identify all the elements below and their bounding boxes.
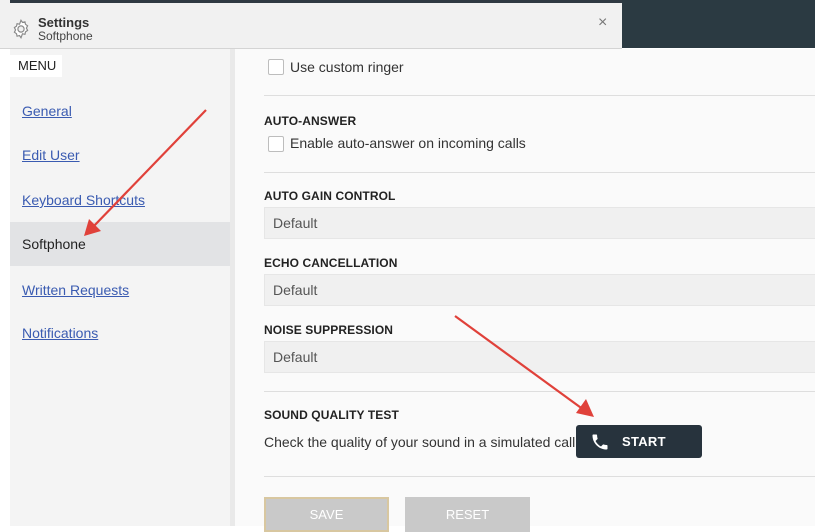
echo-cancellation-title: ECHO CANCELLATION	[264, 256, 398, 270]
settings-sidebar: MENU General Edit User Keyboard Shortcut…	[10, 49, 230, 526]
dialog-title: Settings	[38, 15, 90, 30]
start-button-label: START	[622, 434, 666, 449]
divider	[264, 476, 815, 477]
sound-quality-test-description: Check the quality of your sound in a sim…	[264, 434, 576, 450]
sidebar-item-general[interactable]: General	[10, 89, 230, 133]
divider	[264, 172, 815, 173]
noise-suppression-title: NOISE SUPPRESSION	[264, 323, 394, 337]
gear-icon	[13, 19, 29, 39]
dialog-subtitle: Softphone	[38, 29, 93, 43]
start-test-button[interactable]: START	[576, 425, 702, 458]
noise-suppression-select[interactable]: Default	[264, 341, 815, 373]
divider	[264, 95, 815, 96]
save-button[interactable]: SAVE	[264, 497, 389, 532]
auto-answer-title: AUTO-ANSWER	[264, 114, 357, 128]
auto-gain-control-title: AUTO GAIN CONTROL	[264, 189, 396, 203]
phone-icon	[592, 434, 608, 450]
auto-answer-label: Enable auto-answer on incoming calls	[290, 135, 526, 151]
custom-ringer-checkbox[interactable]	[268, 59, 284, 75]
header-top-border	[10, 0, 622, 3]
auto-gain-control-select[interactable]: Default	[264, 207, 815, 239]
sidebar-item-keyboard-shortcuts[interactable]: Keyboard Shortcuts	[10, 178, 230, 222]
auto-answer-checkbox[interactable]	[268, 136, 284, 152]
dialog-header: Settings Softphone ×	[0, 0, 622, 49]
sidebar-item-edit-user[interactable]: Edit User	[10, 133, 230, 177]
sidebar-item-notifications[interactable]: Notifications	[10, 311, 230, 355]
sidebar-item-written-requests[interactable]: Written Requests	[10, 268, 230, 312]
close-icon[interactable]: ×	[598, 14, 607, 32]
sound-quality-test-title: SOUND QUALITY TEST	[264, 408, 399, 422]
echo-cancellation-select[interactable]: Default	[264, 274, 815, 306]
menu-label: MENU	[10, 55, 62, 77]
custom-ringer-label: Use custom ringer	[290, 59, 404, 75]
softphone-settings-panel: Use custom ringer AUTO-ANSWER Enable aut…	[235, 49, 815, 532]
sidebar-item-softphone[interactable]: Softphone	[10, 222, 230, 266]
background-app-pane	[622, 0, 815, 48]
reset-button[interactable]: RESET	[405, 497, 530, 532]
divider	[264, 391, 815, 392]
